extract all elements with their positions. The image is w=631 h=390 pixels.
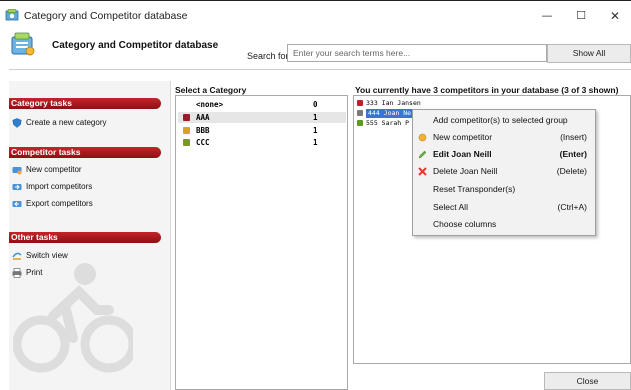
menu-item-shortcut: (Delete): [556, 166, 587, 176]
category-shield-icon: [12, 117, 22, 128]
category-count: 1: [313, 113, 318, 122]
category-name: CCC: [196, 138, 210, 147]
menu-item-label: Edit Joan Neill: [433, 149, 492, 159]
category-name: <none>: [196, 100, 224, 109]
delete-x-icon: [418, 167, 427, 176]
printer-icon: [12, 267, 22, 278]
import-competitors-link[interactable]: Import competitors: [12, 180, 92, 193]
category-name: BBB: [196, 126, 210, 135]
category-count: 1: [313, 126, 318, 135]
export-competitors-link[interactable]: Export competitors: [12, 197, 93, 210]
category-list[interactable]: <none> 0 AAA 1 BBB 1 CCC 1: [175, 95, 348, 390]
export-competitors-label: Export competitors: [26, 199, 93, 208]
competitor-text: 444 Joan Ne: [366, 109, 414, 118]
print-link[interactable]: Print: [12, 266, 42, 279]
close-window-button[interactable]: ✕: [600, 6, 630, 26]
competitors-count-title: You currently have 3 competitors in your…: [355, 85, 619, 95]
context-menu: Add competitor(s) to selected group New …: [412, 109, 596, 236]
new-competitor-link[interactable]: New competitor: [12, 163, 82, 176]
menu-item-label: Select All: [433, 202, 468, 212]
window-title: Category and Competitor database: [24, 10, 188, 22]
show-all-button[interactable]: Show All: [547, 44, 631, 63]
category-row-aaa[interactable]: AAA 1: [178, 112, 346, 123]
category-tasks-header[interactable]: Category tasks: [9, 98, 161, 109]
print-label: Print: [26, 268, 43, 277]
edit-pencil-icon: [418, 150, 427, 159]
category-row-ccc[interactable]: CCC 1: [178, 137, 346, 148]
header-title: Category and Competitor database: [52, 40, 219, 51]
competitor-text: 555 Sarah P: [366, 119, 410, 127]
switch-view-link[interactable]: Switch view: [12, 249, 68, 262]
maximize-button[interactable]: ☐: [566, 6, 596, 26]
competitor-text: 333 Ian Jansen: [366, 99, 421, 107]
green-competitor-icon: [357, 120, 363, 126]
other-tasks-header[interactable]: Other tasks: [9, 232, 161, 243]
title-bar: Category and Competitor database — ☐ ✕: [0, 1, 631, 29]
database-header-icon: [11, 32, 35, 56]
menu-item-shortcut: (Ctrl+A): [557, 202, 587, 212]
create-category-label: Create a new category: [26, 118, 107, 127]
menu-item-label: Add competitor(s) to selected group: [433, 115, 568, 125]
menu-item-shortcut: (Enter): [559, 149, 587, 159]
green-category-cube-icon: [183, 139, 190, 146]
menu-choose-columns[interactable]: Choose columns: [413, 216, 595, 232]
search-input[interactable]: [287, 44, 547, 62]
category-row-none[interactable]: <none> 0: [178, 99, 346, 110]
close-button[interactable]: Close: [544, 372, 631, 390]
minimize-button[interactable]: —: [532, 6, 562, 26]
menu-edit-competitor[interactable]: Edit Joan Neill (Enter): [413, 146, 595, 162]
search-label: Search for:: [247, 51, 292, 61]
header-divider: [9, 69, 631, 70]
category-count: 0: [313, 100, 318, 109]
menu-item-label: Choose columns: [433, 219, 497, 229]
menu-item-label: New competitor: [433, 132, 493, 142]
app-database-icon: [5, 9, 19, 21]
app-window: Category and Competitor database — ☐ ✕ C…: [0, 0, 631, 390]
menu-item-shortcut: (Insert): [560, 132, 587, 142]
export-icon: [12, 200, 22, 207]
menu-delete-competitor[interactable]: Delete Joan Neill (Delete): [413, 163, 595, 179]
category-row-bbb[interactable]: BBB 1: [178, 125, 346, 136]
category-name: AAA: [196, 113, 210, 122]
gray-competitor-icon: [357, 110, 363, 116]
new-competitor-label: New competitor: [26, 165, 82, 174]
task-panel: Category tasks Create a new category Com…: [9, 81, 171, 390]
red-category-cube-icon: [183, 114, 190, 121]
select-category-title: Select a Category: [175, 85, 247, 95]
new-competitor-icon: [12, 166, 22, 174]
yellow-category-cube-icon: [183, 127, 190, 134]
competitor-tasks-header[interactable]: Competitor tasks: [9, 147, 161, 158]
create-category-link[interactable]: Create a new category: [12, 116, 107, 129]
menu-add-to-group[interactable]: Add competitor(s) to selected group: [413, 112, 595, 128]
menu-new-competitor[interactable]: New competitor (Insert): [413, 129, 595, 145]
menu-item-label: Delete Joan Neill: [433, 166, 498, 176]
menu-reset-transponders[interactable]: Reset Transponder(s): [413, 181, 595, 197]
switch-view-label: Switch view: [26, 251, 68, 260]
import-icon: [12, 183, 22, 190]
switch-view-icon: [12, 252, 22, 260]
menu-item-label: Reset Transponder(s): [433, 184, 516, 194]
category-count: 1: [313, 138, 318, 147]
new-star-icon: [418, 133, 427, 142]
red-competitor-icon: [357, 100, 363, 106]
menu-select-all[interactable]: Select All (Ctrl+A): [413, 199, 595, 215]
import-competitors-label: Import competitors: [26, 182, 93, 191]
